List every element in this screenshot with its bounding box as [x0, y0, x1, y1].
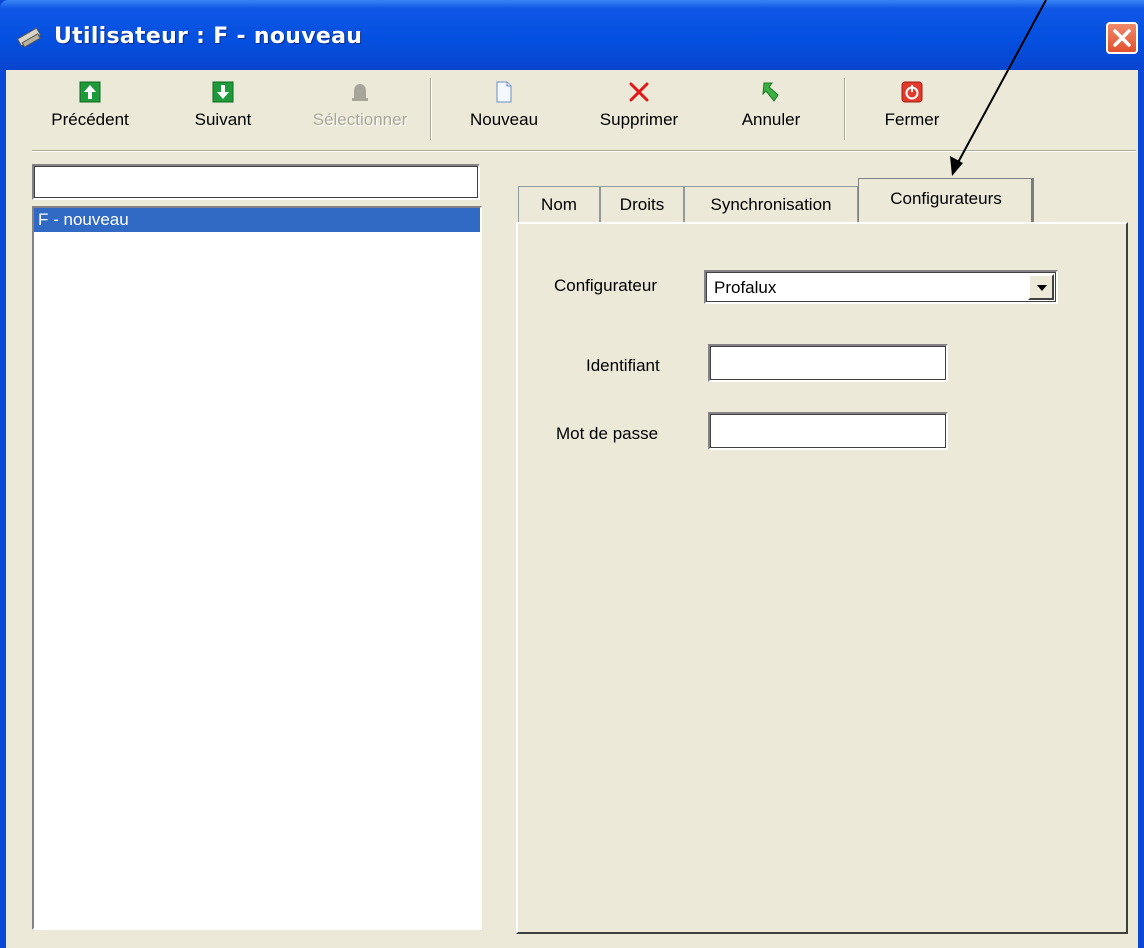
bell-icon — [352, 84, 368, 101]
configurateurs-panel — [516, 222, 1128, 934]
configurateur-value: Profalux — [714, 278, 777, 297]
tab-synchronisation[interactable]: Synchronisation — [684, 186, 858, 222]
new-document-icon — [496, 81, 512, 103]
arrow-up-icon — [79, 81, 101, 103]
tab-configurateurs[interactable]: Configurateurs — [858, 178, 1034, 222]
cancel-button[interactable]: Annuler — [726, 74, 816, 154]
close-button[interactable]: Fermer — [872, 74, 952, 154]
next-label: Suivant — [194, 110, 252, 129]
window-title: Utilisateur : F - nouveau — [54, 24, 363, 49]
chevron-down-icon — [1037, 285, 1047, 291]
list-item[interactable]: F - nouveau — [34, 208, 480, 232]
delete-button[interactable]: Supprimer — [584, 74, 694, 154]
select-label: Sélectionner — [312, 110, 408, 129]
mot-de-passe-label: Mot de passe — [556, 424, 659, 443]
title-bar[interactable]: Utilisateur : F - nouveau — [0, 0, 1144, 70]
toolbar-separator — [430, 78, 432, 140]
arrow-down-icon — [212, 81, 234, 103]
previous-button[interactable]: Précédent — [40, 74, 140, 154]
new-button[interactable]: Nouveau — [456, 74, 552, 154]
close-window-button[interactable] — [1106, 22, 1138, 54]
configurateur-label: Configurateur — [554, 276, 658, 295]
close-icon — [1113, 29, 1131, 47]
mot-de-passe-field[interactable] — [708, 412, 948, 450]
delete-x-icon — [629, 82, 649, 102]
user-list[interactable]: F - nouveau — [32, 206, 482, 930]
toolbar-divider — [32, 150, 1136, 152]
application-window: Utilisateur : F - nouveau Précédent Suiv… — [0, 0, 1144, 948]
app-tools-icon — [14, 26, 48, 48]
dropdown-button[interactable] — [1028, 274, 1054, 300]
configurateur-select[interactable]: Profalux — [704, 270, 1058, 304]
tab-nom[interactable]: Nom — [518, 186, 600, 222]
select-button[interactable]: Sélectionner — [296, 74, 424, 154]
undo-arrow-icon — [762, 82, 779, 102]
next-button[interactable]: Suivant — [178, 74, 268, 154]
identifiant-label: Identifiant — [586, 356, 660, 375]
power-icon — [901, 81, 923, 103]
cancel-label: Annuler — [741, 110, 801, 129]
search-input[interactable] — [32, 164, 480, 200]
identifiant-field[interactable] — [708, 344, 948, 382]
tab-droits[interactable]: Droits — [600, 186, 684, 222]
delete-label: Supprimer — [599, 110, 679, 129]
previous-label: Précédent — [51, 110, 129, 129]
window-client-area: Précédent Suivant Sélectionner Nouveau S… — [6, 70, 1138, 948]
toolbar-separator — [844, 78, 846, 140]
close-label: Fermer — [884, 110, 940, 129]
new-label: Nouveau — [469, 110, 539, 129]
